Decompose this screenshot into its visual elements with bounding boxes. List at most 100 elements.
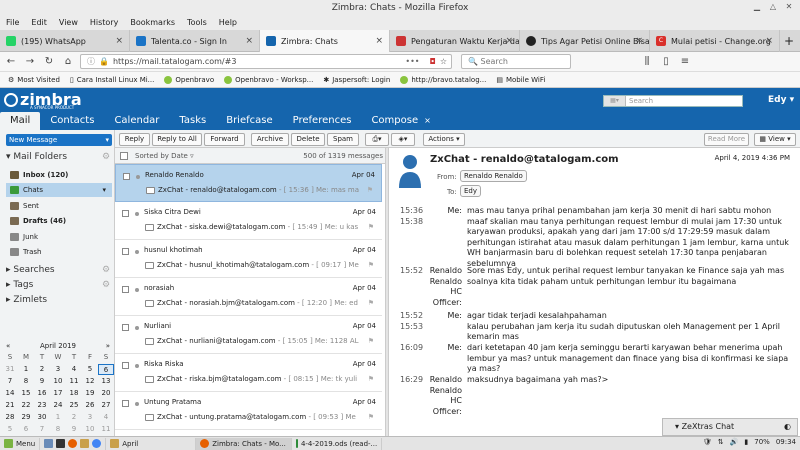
calendar-day[interactable]: 1 — [18, 364, 34, 375]
chat-settings-icon[interactable]: ◐ — [784, 419, 791, 435]
collapse-icon[interactable]: ▾ — [6, 152, 11, 162]
calendar-day[interactable]: 9 — [34, 376, 50, 387]
folder-trash[interactable]: Trash — [6, 245, 112, 259]
flag-icon[interactable]: ⚑ — [368, 337, 374, 345]
from-address-pill[interactable]: Renaldo Renaldo — [460, 170, 527, 182]
calendar-day[interactable]: 3 — [50, 364, 66, 375]
calendar-day[interactable]: 31 — [2, 364, 18, 375]
tab-close-icon[interactable]: × — [245, 36, 253, 46]
calendar-day[interactable]: 5 — [82, 364, 98, 375]
calendar-day[interactable]: 11 — [66, 376, 82, 387]
tab-close-icon[interactable]: × — [375, 36, 383, 46]
spam-button[interactable]: Spam — [327, 133, 359, 146]
calendar-day[interactable]: 11 — [98, 424, 114, 435]
volume-icon[interactable]: 🔊 — [730, 438, 739, 446]
view-button[interactable]: ▦ View ▾ — [754, 133, 796, 146]
read-more-button[interactable]: Read More — [704, 133, 749, 146]
calendar-day[interactable]: 7 — [34, 424, 50, 435]
minimize-icon[interactable]: ▁ — [752, 2, 762, 12]
zimlets-header[interactable]: ▸ Zimlets — [6, 295, 47, 305]
list-item[interactable]: husnul khotimah Apr 04 ZxChat - husnul_kho… — [115, 240, 382, 278]
forward-icon[interactable]: → — [23, 55, 37, 69]
calendar-day[interactable]: 4 — [98, 412, 114, 423]
unread-dot-icon[interactable] — [135, 212, 139, 216]
bookmark-mobile-wifi[interactable]: ▤ Mobile WiFi — [496, 76, 545, 84]
calendar-day[interactable]: 5 — [2, 424, 18, 435]
zimbra-logo[interactable]: zimbra A SYNACOR PRODUCT — [4, 90, 82, 110]
reply-all-button[interactable]: Reply to All — [152, 133, 202, 146]
calendar-prev-icon[interactable]: « — [6, 340, 10, 352]
calendar-day[interactable]: 22 — [18, 400, 34, 411]
calendar-day[interactable]: 10 — [50, 376, 66, 387]
sidebar-icon[interactable]: ▯ — [659, 55, 673, 69]
network-icon[interactable]: ⇅ — [718, 438, 724, 446]
menu-file[interactable]: File — [6, 16, 19, 30]
shield-icon[interactable]: 🛡 — [703, 438, 712, 446]
message-checkbox[interactable] — [122, 324, 129, 331]
menu-help[interactable]: Help — [219, 16, 237, 30]
search-scope-icon[interactable]: ▦▾ — [604, 96, 626, 106]
tab-preferences[interactable]: Preferences — [283, 112, 362, 130]
calendar-day[interactable]: 3 — [82, 412, 98, 423]
close-window-icon[interactable]: ✕ — [784, 2, 794, 12]
list-item[interactable]: norasiah Apr 04 ZxChat - norasiah.bjm@tata… — [115, 278, 382, 316]
terminal-icon[interactable] — [56, 439, 66, 448]
bookmark-bravo-tatalogam[interactable]: http://bravo.tatalog... — [400, 75, 486, 84]
calendar-month[interactable]: April 2019 — [40, 340, 76, 352]
chrome-icon[interactable] — [92, 439, 102, 448]
tab-mail[interactable]: Mail — [0, 112, 41, 130]
list-item[interactable]: Untung Pratama Apr 04 ZxChat - untung.prat… — [115, 392, 382, 430]
page-actions-icon[interactable]: ••• — [405, 55, 419, 68]
start-menu-button[interactable]: Menu — [0, 437, 41, 450]
calendar-day[interactable]: 25 — [66, 400, 82, 411]
browser-tab-talenta[interactable]: Talenta.co - Sign In × — [130, 30, 260, 52]
sort-by-date[interactable]: Sorted by Date ▿ — [135, 148, 194, 164]
message-checkbox[interactable] — [122, 210, 129, 217]
calendar-day[interactable]: 1 — [50, 412, 66, 423]
browser-search-input[interactable]: 🔍 Search — [461, 54, 571, 69]
calendar-day[interactable]: 2 — [66, 412, 82, 423]
calendar-day[interactable]: 28 — [2, 412, 18, 423]
select-all-checkbox[interactable] — [120, 152, 128, 160]
zimbra-search-input[interactable]: ▦▾ Search — [603, 95, 743, 107]
taskbar-item-calc[interactable]: 4-4-2019.ods (read-... — [292, 437, 383, 450]
back-icon[interactable]: ← — [4, 55, 18, 69]
tags-header[interactable]: ▸ Tags ⚙ — [6, 280, 110, 290]
flag-icon[interactable]: ⚑ — [368, 223, 374, 231]
mail-folders-header[interactable]: ▾ Mail Folders ⚙ — [6, 152, 110, 162]
battery-icon[interactable]: ▮ — [744, 438, 748, 446]
calendar-day[interactable]: 18 — [66, 388, 82, 399]
bookmark-star-icon[interactable]: ☆ — [440, 55, 447, 68]
close-compose-icon[interactable]: × — [424, 116, 431, 125]
expand-icon[interactable]: ▸ — [6, 265, 11, 275]
message-checkbox[interactable] — [123, 173, 130, 180]
calendar-day[interactable]: 4 — [66, 364, 82, 375]
calendar-day[interactable]: 21 — [2, 400, 18, 411]
unread-dot-icon[interactable] — [135, 250, 139, 254]
new-tab-button[interactable]: + — [780, 30, 798, 51]
browser-tab-pengaturan[interactable]: Pengaturan Waktu Kerja dan × — [390, 30, 520, 52]
tab-calendar[interactable]: Calendar — [104, 112, 169, 130]
menu-edit[interactable]: Edit — [31, 16, 47, 30]
delete-button[interactable]: Delete — [291, 133, 325, 146]
forward-button[interactable]: Forward — [204, 133, 245, 146]
reply-button[interactable]: Reply — [119, 133, 150, 146]
calendar-day[interactable]: 20 — [98, 388, 114, 399]
maximize-icon[interactable]: △ — [768, 2, 778, 12]
flag-icon[interactable]: ⚑ — [367, 186, 373, 194]
tab-close-icon[interactable]: × — [115, 36, 123, 46]
files-icon[interactable] — [80, 439, 90, 448]
calendar-day[interactable]: 10 — [82, 424, 98, 435]
url-bar[interactable]: ⓘ 🔒 https://mail.tatalogam.com/#3 ••• ◘ … — [80, 54, 452, 69]
calendar-day[interactable]: 8 — [50, 424, 66, 435]
gear-icon[interactable]: ⚙ — [102, 280, 110, 290]
bookmark-openbravo-workspace[interactable]: Openbravo - Worksp... — [224, 75, 313, 84]
calendar-day[interactable]: 13 — [98, 376, 114, 387]
tab-briefcase[interactable]: Briefcase — [216, 112, 282, 130]
folder-chats[interactable]: Chats ▾ — [6, 183, 112, 197]
to-address-pill[interactable]: Edy — [460, 185, 482, 197]
calendar-day[interactable]: 2 — [34, 364, 50, 375]
show-desktop-icon[interactable] — [44, 439, 54, 448]
folder-inbox[interactable]: Inbox (120) — [6, 168, 112, 182]
tab-contacts[interactable]: Contacts — [40, 112, 104, 130]
